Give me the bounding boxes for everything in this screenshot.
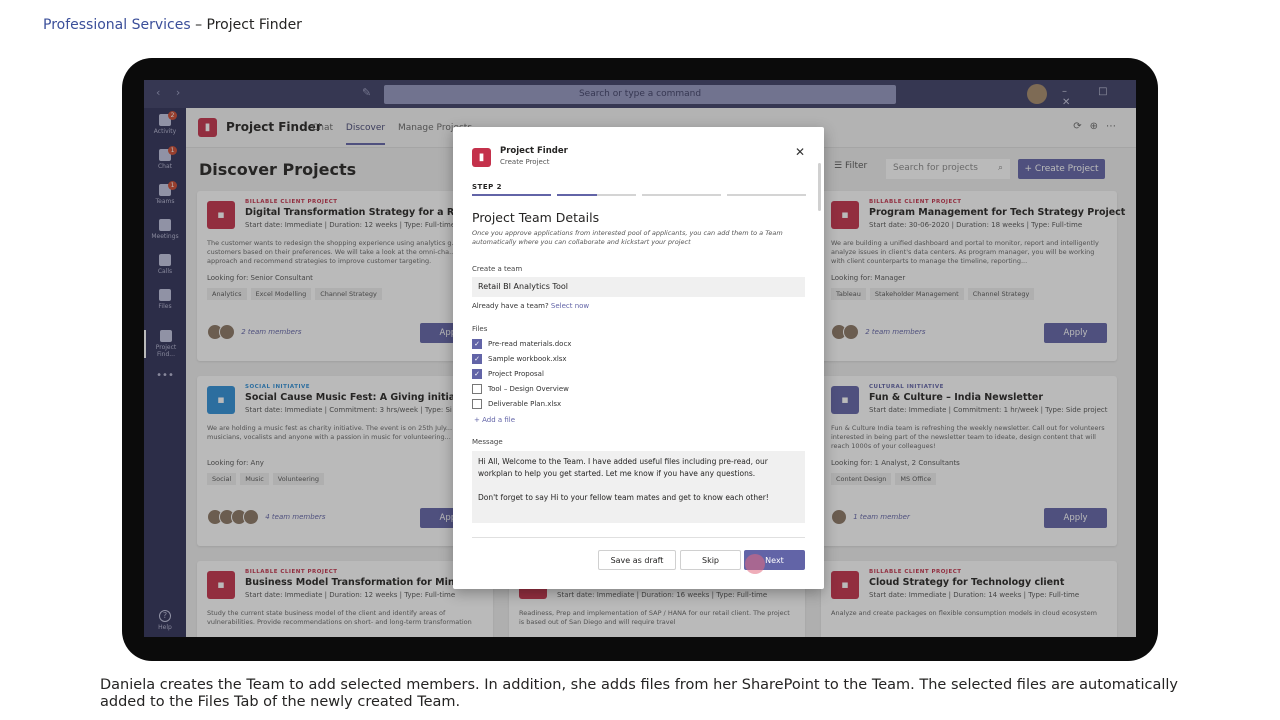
file-name: Tool – Design Overview (488, 385, 569, 393)
dialog-scrollbar[interactable] (818, 163, 821, 211)
already-text: Already have a team? (472, 302, 549, 310)
file-checkbox-row[interactable]: ✓ Pre-read materials.docx (472, 339, 571, 349)
add-file-link[interactable]: + Add a file (474, 416, 515, 424)
project-finder-logo-icon: ▮ (472, 148, 491, 167)
checkbox[interactable]: ✓ (472, 339, 482, 349)
progress-segment (727, 194, 806, 196)
checkbox[interactable]: ✓ (472, 369, 482, 379)
message-label: Message (472, 438, 503, 446)
file-name: Deliverable Plan.xlsx (488, 400, 562, 408)
dialog-heading: Project Team Details (472, 210, 600, 225)
close-icon[interactable]: ✕ (795, 145, 805, 159)
file-name: Project Proposal (488, 370, 544, 378)
checkbox[interactable]: ✓ (472, 354, 482, 364)
file-name: Sample workbook.xlsx (488, 355, 567, 363)
save-draft-button[interactable]: Save as draft (598, 550, 676, 570)
select-now-link[interactable]: Select now (551, 302, 589, 310)
team-label: Create a team (472, 265, 523, 273)
progress-segment (642, 194, 721, 196)
dialog-description: Once you approve applications from inter… (472, 229, 783, 246)
slide-caption: Daniela creates the Team to add selected… (100, 677, 1178, 710)
message-textarea[interactable]: Hi All, Welcome to the Team. I have adde… (472, 451, 805, 523)
file-checkbox-row[interactable]: Deliverable Plan.xlsx (472, 399, 561, 409)
existing-team-text: Already have a team? Select now (472, 302, 589, 310)
create-project-dialog: ▮ Project Finder Create Project ✕ STEP 2… (453, 127, 824, 589)
progress-segment (557, 194, 636, 196)
breadcrumb-title: Project Finder (206, 17, 302, 33)
file-checkbox-row[interactable]: ✓ Project Proposal (472, 369, 544, 379)
dialog-subtitle: Create Project (500, 158, 550, 166)
progress-fill (557, 194, 597, 196)
team-name-input[interactable]: Retail BI Analytics Tool (472, 277, 805, 297)
files-label: Files (472, 325, 488, 333)
step-label: STEP 2 (472, 183, 503, 191)
file-name: Pre-read materials.docx (488, 340, 572, 348)
file-checkbox-row[interactable]: ✓ Sample workbook.xlsx (472, 354, 567, 364)
teams-window: ‹ › ✎ Search or type a command – □ ✕ 2 Ac… (144, 80, 1136, 637)
slide-breadcrumb: Professional Services – Project Finder (43, 17, 302, 33)
checkbox[interactable] (472, 384, 482, 394)
dialog-app-name: Project Finder (500, 146, 568, 156)
dialog-divider (472, 537, 805, 538)
click-indicator (745, 554, 765, 574)
step-progress (472, 194, 806, 197)
breadcrumb-separator: – (190, 17, 207, 33)
progress-segment (472, 194, 551, 196)
message-line: Hi All, Welcome to the Team. I have adde… (478, 457, 768, 478)
checkbox[interactable] (472, 399, 482, 409)
message-line: Don't forget to say Hi to your fellow te… (478, 493, 769, 502)
breadcrumb-link[interactable]: Professional Services (43, 17, 191, 33)
skip-button[interactable]: Skip (680, 550, 741, 570)
file-checkbox-row[interactable]: Tool – Design Overview (472, 384, 569, 394)
